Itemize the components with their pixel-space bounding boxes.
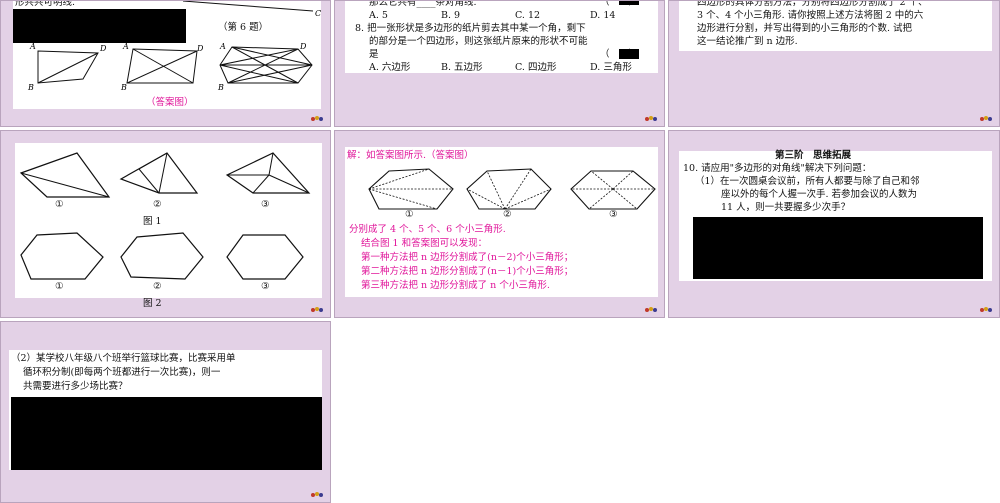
partial-text: 形共共可明线.	[15, 0, 76, 8]
slide-7[interactable]: （2）某学校八年级八个班举行篮球比赛，比赛采用单 循环积分制(即每两个班都进行一…	[0, 321, 331, 503]
q7-option-d: D. 14	[590, 10, 616, 21]
part2-line1: （2）某学校八年级八个班举行篮球比赛，比赛采用单	[11, 353, 236, 364]
q6-figure-top: C	[182, 1, 321, 18]
corner-ornament-icon	[311, 492, 323, 497]
slide-2[interactable]: 那么它共有____条对角线. （ ） A. 5 B. 9 C. 12 D. 14…	[334, 0, 665, 127]
redacted-answer	[619, 49, 639, 59]
answer-figure-3: A D B	[217, 42, 313, 92]
q8-option-b: B. 五边形	[441, 62, 483, 73]
svg-text:D: D	[299, 42, 307, 51]
text-line-4: 这一结论推广到 n 边形.	[697, 36, 798, 47]
svg-text:A: A	[219, 42, 226, 51]
fig1-num-1: ①	[55, 199, 64, 210]
section-title: 第三阶 思维拓展	[775, 150, 852, 161]
fig2-num-2: ②	[153, 281, 162, 292]
q10-part1-line2: 座以外的每个人握一次手. 若参加会议的人数为	[721, 189, 918, 200]
q7-option-b: B. 9	[441, 10, 461, 21]
q7-option-a: A. 5	[369, 10, 388, 21]
text-line-1: 四边形的具体分割方法，分别将四边形分割成了 2 个、	[697, 0, 928, 8]
q10-line: 10. 请应用"多边形的对角线"解决下列问题：	[683, 163, 872, 174]
corner-ornament-icon	[311, 307, 323, 312]
content-panel: 那么它共有____条对角线. （ ） A. 5 B. 9 C. 12 D. 14…	[345, 1, 658, 73]
corner-ornament-icon	[980, 307, 992, 312]
content-panel: 解：如答案图所示.（答案图） ① ② ③ 分别成了 4 个、5 个、6 个小三角…	[345, 147, 658, 297]
answer-hex-1	[368, 168, 454, 210]
fig1-num-2: ②	[153, 199, 162, 210]
answer-hex-3	[570, 170, 656, 210]
figure-2-hex-1	[20, 232, 104, 280]
content-panel: 第三阶 思维拓展 10. 请应用"多边形的对角线"解决下列问题： （1）在一次圆…	[679, 150, 992, 281]
solution-line-1: 分别成了 4 个、5 个、6 个小三角形.	[349, 224, 506, 235]
q7-option-c: C. 12	[515, 10, 541, 21]
answer-caption: （答案图）	[146, 97, 194, 108]
content-panel: 四边形的具体分割方法，分别将四边形分割成了 2 个、 3 个、4 个小三角形. …	[679, 1, 992, 51]
redacted-answer-block	[693, 217, 983, 279]
solution-line-2: 结合图 1 和答案图可以发现：	[361, 238, 488, 249]
fig1-num-3: ③	[261, 199, 270, 210]
q8-option-d: D. 三角形	[590, 62, 632, 73]
q8-option-c: C. 四边形	[515, 62, 557, 73]
part2-line2: 循环积分制(即每两个班都进行一次比赛)，则一	[23, 367, 221, 378]
figure-1-quad-3	[225, 152, 311, 194]
slide-3[interactable]: 四边形的具体分割方法，分别将四边形分割成了 2 个、 3 个、4 个小三角形. …	[668, 0, 1000, 127]
svg-text:B: B	[217, 83, 224, 92]
figure-1-quad-2	[119, 152, 199, 194]
solution-head: 解：如答案图所示.（答案图）	[347, 150, 474, 161]
q10-part1-line1: （1）在一次圆桌会议前，所有人都要与除了自己和邻	[695, 176, 920, 187]
corner-ornament-icon	[645, 307, 657, 312]
q8-line-1: 8. 把一张形状是多边形的纸片剪去其中某一个角，剩下	[355, 23, 586, 34]
q10-part1-line3: 11 人，则一共要握多少次手？	[721, 202, 851, 213]
figure-2-hex-2	[120, 232, 204, 280]
solution-line-3: 第一种方法把 n 边形分割成了(n－2)个小三角形；	[361, 252, 574, 263]
slide-4[interactable]: ① ② ③ 图 1 ① ② ③ 图 2	[0, 130, 331, 318]
answer-num-1: ①	[405, 209, 414, 220]
answer-figure-1: A D B	[27, 42, 107, 92]
answer-num-2: ②	[503, 209, 512, 220]
slide-1[interactable]: 形共共可明线. C （第 6 题） A D B A D B A D B （答案图…	[0, 0, 331, 127]
fig1-caption: 图 1	[143, 216, 162, 227]
svg-text:B: B	[27, 83, 34, 92]
corner-ornament-icon	[311, 116, 323, 121]
q6-label: （第 6 题）	[218, 22, 269, 33]
content-panel: ① ② ③ 图 1 ① ② ③ 图 2	[15, 143, 322, 309]
q8-option-a: A. 六边形	[369, 62, 411, 73]
answer-figure-2: A D B	[120, 42, 204, 92]
part2-line3: 共需要进行多少场比赛？	[23, 381, 128, 392]
content-panel: （2）某学校八年级八个班举行篮球比赛，比赛采用单 循环积分制(即每两个班都进行一…	[9, 350, 322, 470]
q8-line-3: 是	[369, 49, 379, 60]
text-line-2: 3 个、4 个小三角形. 请你按照上述方法将图 2 中的六	[697, 10, 924, 21]
fig2-caption: 图 2	[143, 298, 162, 309]
solution-line-5: 第三种方法把 n 边形分割成了 n 个小三角形.	[361, 280, 550, 291]
redacted-block	[13, 9, 186, 43]
solution-line-4: 第二种方法把 n 边形分割成了(n－1)个小三角形；	[361, 266, 574, 277]
slide-6[interactable]: 第三阶 思维拓展 10. 请应用"多边形的对角线"解决下列问题： （1）在一次圆…	[668, 130, 1000, 318]
fig2-num-1: ①	[55, 281, 64, 292]
corner-ornament-icon	[980, 116, 992, 121]
redacted-answer-block	[11, 397, 322, 470]
answer-num-3: ③	[609, 209, 618, 220]
corner-ornament-icon	[645, 116, 657, 121]
svg-text:D: D	[99, 44, 107, 53]
figure-2-hex-3	[226, 234, 304, 280]
fig2-num-3: ③	[261, 281, 270, 292]
content-panel: 形共共可明线. C （第 6 题） A D B A D B A D B （答案图…	[13, 1, 321, 109]
svg-text:A: A	[122, 42, 129, 51]
answer-hex-2	[466, 168, 552, 210]
q8-line-2: 的部分是一个四边形，则这张纸片原来的形状不可能	[369, 36, 588, 47]
text-line-3: 边形进行分割，并写出得到的小三角形的个数. 试把	[697, 23, 913, 34]
figure-1-quad-1	[19, 152, 111, 198]
q7-line: 那么它共有____条对角线.	[369, 0, 477, 8]
slide-5[interactable]: 解：如答案图所示.（答案图） ① ② ③ 分别成了 4 个、5 个、6 个小三角…	[334, 130, 665, 318]
svg-text:B: B	[120, 83, 127, 92]
svg-text:C: C	[315, 9, 321, 18]
redacted-answer	[619, 1, 639, 5]
svg-text:A: A	[29, 42, 36, 51]
